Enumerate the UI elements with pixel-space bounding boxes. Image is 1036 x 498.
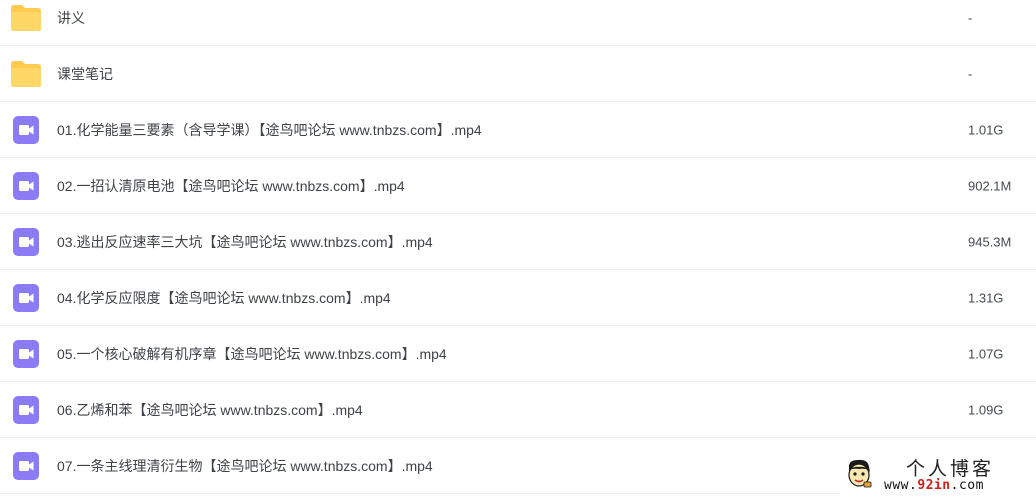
file-name[interactable]: 03.逃出反应速率三大坑【途鸟吧论坛 www.tnbzs.com】.mp4 [57,232,433,252]
list-item[interactable]: 讲义 - [0,0,1036,46]
list-item[interactable]: 05.一个核心破解有机序章【途鸟吧论坛 www.tnbzs.com】.mp4 1… [0,326,1036,382]
file-name[interactable]: 课堂笔记 [57,64,113,84]
video-file-icon [10,395,42,425]
watermark-url: www.92in.com [884,478,984,493]
video-file-icon [10,451,42,481]
video-file-icon [10,283,42,313]
watermark-url-prefix: www. [884,478,918,493]
file-name[interactable]: 讲义 [57,8,85,28]
file-name[interactable]: 04.化学反应限度【途鸟吧论坛 www.tnbzs.com】.mp4 [57,288,391,308]
file-size: - [968,10,973,25]
file-size: 1.31G [968,290,1004,305]
file-name[interactable]: 02.一招认清原电池【途鸟吧论坛 www.tnbzs.com】.mp4 [57,176,405,196]
file-name[interactable]: 01.化学能量三要素（含导学课）【途鸟吧论坛 www.tnbzs.com】.mp… [57,120,482,140]
file-size: 945.3M [968,234,1012,249]
video-file-icon [10,227,42,257]
list-item[interactable]: 04.化学反应限度【途鸟吧论坛 www.tnbzs.com】.mp4 1.31G [0,270,1036,326]
list-item[interactable]: 03.逃出反应速率三大坑【途鸟吧论坛 www.tnbzs.com】.mp4 94… [0,214,1036,270]
file-name[interactable]: 07.一条主线理清衍生物【途鸟吧论坛 www.tnbzs.com】.mp4 [57,456,433,476]
list-item[interactable]: 06.乙烯和苯【途鸟吧论坛 www.tnbzs.com】.mp4 1.09G [0,382,1036,438]
file-size: 1.09G [968,402,1004,417]
video-file-icon [10,339,42,369]
watermark-url-accent: 92in [917,478,951,493]
list-item[interactable]: 02.一招认清原电池【途鸟吧论坛 www.tnbzs.com】.mp4 902.… [0,158,1036,214]
watermark-url-suffix: .com [950,478,984,493]
file-list: 讲义 - 课堂笔记 - 01.化学能量三要素（含导学课）【途鸟吧论坛 www.t… [0,0,1036,498]
video-file-icon [10,115,42,145]
file-name[interactable]: 06.乙烯和苯【途鸟吧论坛 www.tnbzs.com】.mp4 [57,400,363,420]
file-name[interactable]: 05.一个核心破解有机序章【途鸟吧论坛 www.tnbzs.com】.mp4 [57,344,447,364]
file-size: 1.07G [968,346,1004,361]
list-item[interactable]: 01.化学能量三要素（含导学课）【途鸟吧论坛 www.tnbzs.com】.mp… [0,102,1036,158]
list-item[interactable]: 课堂笔记 - [0,46,1036,102]
cartoon-face-icon [844,458,874,490]
video-file-icon [10,171,42,201]
file-size: 902.1M [968,178,1012,193]
file-size: - [968,66,973,81]
watermark-title: 个人博客 [906,458,995,480]
file-size: 1.01G [968,122,1004,137]
folder-icon [10,59,42,89]
folder-icon [10,3,42,33]
watermark: 个人博客 www.92in.com [840,452,1036,498]
